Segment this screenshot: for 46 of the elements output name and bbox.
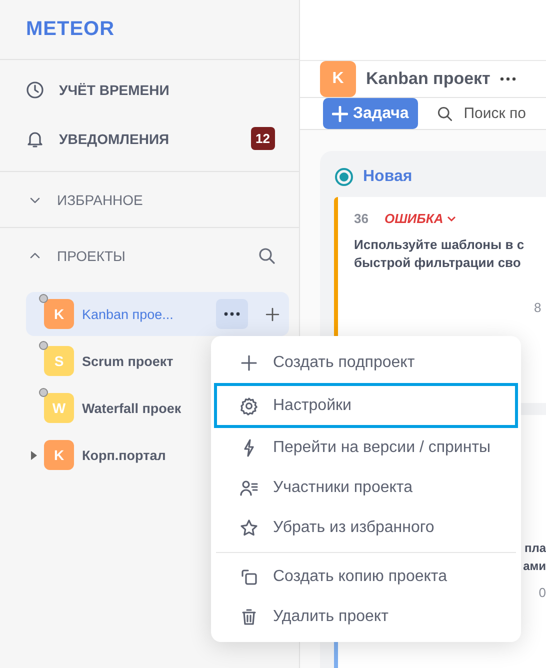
logo[interactable]: METEOR: [26, 18, 115, 41]
add-icon: [264, 306, 281, 322]
menu-item[interactable]: Создать копию проекта: [214, 557, 518, 597]
add-task-button[interactable]: Задача: [323, 98, 418, 129]
plus-icon: [332, 106, 348, 122]
task-title-line: быстрой фильтрации сво: [354, 254, 522, 272]
task-title-line: пла: [523, 540, 546, 557]
menu-item[interactable]: Участники проекта: [214, 468, 518, 508]
project-avatar: K: [320, 61, 356, 97]
menu-item[interactable]: Настройки: [214, 383, 518, 428]
clock-icon: [25, 80, 45, 100]
expand-arrow-icon[interactable]: [31, 451, 37, 460]
search-icon: [257, 246, 277, 266]
task-title-line: Используйте шаблоны в с: [354, 236, 526, 254]
search-icon: [436, 104, 454, 122]
status-radio-icon: [334, 167, 354, 187]
section-header[interactable]: ПРОЕКТЫ: [0, 228, 299, 284]
more-button[interactable]: [216, 299, 248, 329]
caret-icon: [447, 216, 456, 222]
star-icon: [239, 518, 259, 538]
comment-count: 0: [538, 585, 546, 600]
settings-icon: [239, 396, 259, 416]
task-number: 36: [354, 211, 368, 226]
nav-item[interactable]: УЧЁТ ВРЕМЕНИ: [0, 65, 299, 114]
menu-item[interactable]: Убрать из избранного: [214, 508, 518, 548]
comment-count: 8: [534, 300, 542, 315]
more-icon[interactable]: [500, 77, 516, 81]
section-header[interactable]: ИЗБРАННОЕ: [0, 172, 299, 228]
people-list-icon: [239, 478, 259, 498]
column-title: Новая: [363, 168, 412, 186]
nav-item[interactable]: УВЕДОМЛЕНИЯ 12: [0, 114, 299, 163]
status-dot-icon: [39, 388, 48, 397]
notification-count: 12: [250, 127, 275, 150]
task-type-dropdown[interactable]: ОШИБКА: [384, 211, 456, 226]
project-item[interactable]: K Kanban прое...: [26, 292, 289, 336]
status-dot-icon: [39, 341, 48, 350]
more-icon: [224, 312, 240, 316]
copy-icon: [239, 567, 259, 587]
status-dot-icon: [39, 294, 48, 303]
task-title-line: ами: [522, 558, 546, 575]
menu-item[interactable]: Удалить проект: [214, 597, 518, 637]
menu-item[interactable]: Перейти на версии / спринты: [214, 428, 518, 468]
project-avatar: K: [44, 440, 74, 470]
project-title: Kanban проект: [366, 69, 490, 89]
plus-icon: [239, 353, 259, 373]
search-field[interactable]: Поиск по: [464, 105, 544, 122]
